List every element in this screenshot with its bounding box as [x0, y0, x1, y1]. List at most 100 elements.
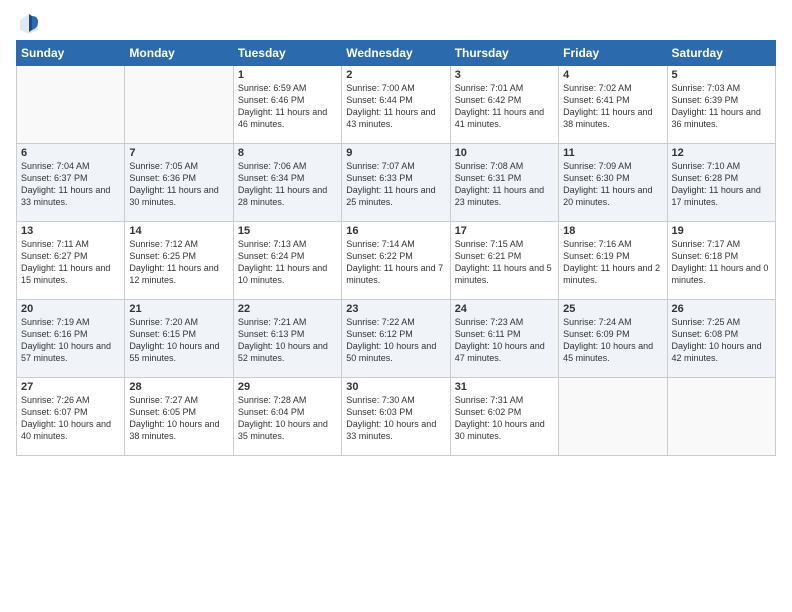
day-number: 15 — [238, 225, 337, 237]
day-number: 28 — [129, 381, 228, 393]
calendar-week-row: 20Sunrise: 7:19 AMSunset: 6:16 PMDayligh… — [17, 300, 776, 378]
day-info: Sunrise: 7:08 AMSunset: 6:31 PMDaylight:… — [455, 160, 554, 209]
day-info: Sunrise: 7:25 AMSunset: 6:08 PMDaylight:… — [672, 316, 771, 365]
day-number: 23 — [346, 303, 445, 315]
calendar-cell: 18Sunrise: 7:16 AMSunset: 6:19 PMDayligh… — [559, 222, 667, 300]
day-number: 16 — [346, 225, 445, 237]
logo-icon — [18, 12, 40, 34]
day-number: 20 — [21, 303, 120, 315]
calendar-cell: 7Sunrise: 7:05 AMSunset: 6:36 PMDaylight… — [125, 144, 233, 222]
calendar-cell: 15Sunrise: 7:13 AMSunset: 6:24 PMDayligh… — [233, 222, 341, 300]
day-number: 10 — [455, 147, 554, 159]
day-info: Sunrise: 7:01 AMSunset: 6:42 PMDaylight:… — [455, 82, 554, 131]
day-number: 27 — [21, 381, 120, 393]
weekday-header: Thursday — [450, 41, 558, 66]
calendar-cell: 5Sunrise: 7:03 AMSunset: 6:39 PMDaylight… — [667, 66, 775, 144]
calendar-cell: 27Sunrise: 7:26 AMSunset: 6:07 PMDayligh… — [17, 378, 125, 456]
calendar-cell: 8Sunrise: 7:06 AMSunset: 6:34 PMDaylight… — [233, 144, 341, 222]
day-info: Sunrise: 7:23 AMSunset: 6:11 PMDaylight:… — [455, 316, 554, 365]
day-number: 9 — [346, 147, 445, 159]
day-info: Sunrise: 7:31 AMSunset: 6:02 PMDaylight:… — [455, 394, 554, 443]
calendar-cell: 25Sunrise: 7:24 AMSunset: 6:09 PMDayligh… — [559, 300, 667, 378]
day-info: Sunrise: 7:22 AMSunset: 6:12 PMDaylight:… — [346, 316, 445, 365]
calendar-cell: 12Sunrise: 7:10 AMSunset: 6:28 PMDayligh… — [667, 144, 775, 222]
calendar-cell — [17, 66, 125, 144]
day-info: Sunrise: 7:04 AMSunset: 6:37 PMDaylight:… — [21, 160, 120, 209]
day-info: Sunrise: 7:07 AMSunset: 6:33 PMDaylight:… — [346, 160, 445, 209]
day-info: Sunrise: 7:30 AMSunset: 6:03 PMDaylight:… — [346, 394, 445, 443]
day-number: 7 — [129, 147, 228, 159]
day-info: Sunrise: 7:21 AMSunset: 6:13 PMDaylight:… — [238, 316, 337, 365]
day-number: 1 — [238, 69, 337, 81]
day-info: Sunrise: 7:16 AMSunset: 6:19 PMDaylight:… — [563, 238, 662, 287]
day-info: Sunrise: 7:24 AMSunset: 6:09 PMDaylight:… — [563, 316, 662, 365]
calendar-cell: 23Sunrise: 7:22 AMSunset: 6:12 PMDayligh… — [342, 300, 450, 378]
calendar-cell: 14Sunrise: 7:12 AMSunset: 6:25 PMDayligh… — [125, 222, 233, 300]
calendar-cell: 30Sunrise: 7:30 AMSunset: 6:03 PMDayligh… — [342, 378, 450, 456]
day-info: Sunrise: 7:17 AMSunset: 6:18 PMDaylight:… — [672, 238, 771, 287]
day-number: 25 — [563, 303, 662, 315]
calendar-cell: 26Sunrise: 7:25 AMSunset: 6:08 PMDayligh… — [667, 300, 775, 378]
day-info: Sunrise: 7:02 AMSunset: 6:41 PMDaylight:… — [563, 82, 662, 131]
day-info: Sunrise: 7:00 AMSunset: 6:44 PMDaylight:… — [346, 82, 445, 131]
day-info: Sunrise: 7:28 AMSunset: 6:04 PMDaylight:… — [238, 394, 337, 443]
calendar-cell — [559, 378, 667, 456]
day-info: Sunrise: 7:13 AMSunset: 6:24 PMDaylight:… — [238, 238, 337, 287]
calendar-cell: 21Sunrise: 7:20 AMSunset: 6:15 PMDayligh… — [125, 300, 233, 378]
day-number: 5 — [672, 69, 771, 81]
day-number: 2 — [346, 69, 445, 81]
day-number: 14 — [129, 225, 228, 237]
calendar-cell: 11Sunrise: 7:09 AMSunset: 6:30 PMDayligh… — [559, 144, 667, 222]
day-info: Sunrise: 6:59 AMSunset: 6:46 PMDaylight:… — [238, 82, 337, 131]
calendar-cell — [125, 66, 233, 144]
day-number: 6 — [21, 147, 120, 159]
day-info: Sunrise: 7:10 AMSunset: 6:28 PMDaylight:… — [672, 160, 771, 209]
day-info: Sunrise: 7:27 AMSunset: 6:05 PMDaylight:… — [129, 394, 228, 443]
calendar-page: SundayMondayTuesdayWednesdayThursdayFrid… — [0, 0, 792, 466]
day-info: Sunrise: 7:12 AMSunset: 6:25 PMDaylight:… — [129, 238, 228, 287]
calendar-cell: 3Sunrise: 7:01 AMSunset: 6:42 PMDaylight… — [450, 66, 558, 144]
header — [16, 12, 776, 34]
calendar-cell: 6Sunrise: 7:04 AMSunset: 6:37 PMDaylight… — [17, 144, 125, 222]
calendar-cell: 16Sunrise: 7:14 AMSunset: 6:22 PMDayligh… — [342, 222, 450, 300]
weekday-header: Monday — [125, 41, 233, 66]
calendar-week-row: 6Sunrise: 7:04 AMSunset: 6:37 PMDaylight… — [17, 144, 776, 222]
calendar-header-row: SundayMondayTuesdayWednesdayThursdayFrid… — [17, 41, 776, 66]
day-number: 30 — [346, 381, 445, 393]
weekday-header: Wednesday — [342, 41, 450, 66]
calendar-cell: 9Sunrise: 7:07 AMSunset: 6:33 PMDaylight… — [342, 144, 450, 222]
calendar-cell: 31Sunrise: 7:31 AMSunset: 6:02 PMDayligh… — [450, 378, 558, 456]
calendar-cell: 24Sunrise: 7:23 AMSunset: 6:11 PMDayligh… — [450, 300, 558, 378]
day-info: Sunrise: 7:09 AMSunset: 6:30 PMDaylight:… — [563, 160, 662, 209]
logo — [16, 12, 40, 34]
calendar-cell: 2Sunrise: 7:00 AMSunset: 6:44 PMDaylight… — [342, 66, 450, 144]
day-info: Sunrise: 7:05 AMSunset: 6:36 PMDaylight:… — [129, 160, 228, 209]
weekday-header: Tuesday — [233, 41, 341, 66]
day-number: 26 — [672, 303, 771, 315]
calendar-cell: 19Sunrise: 7:17 AMSunset: 6:18 PMDayligh… — [667, 222, 775, 300]
day-number: 24 — [455, 303, 554, 315]
day-info: Sunrise: 7:03 AMSunset: 6:39 PMDaylight:… — [672, 82, 771, 131]
day-number: 17 — [455, 225, 554, 237]
day-number: 12 — [672, 147, 771, 159]
weekday-header: Saturday — [667, 41, 775, 66]
calendar-cell: 20Sunrise: 7:19 AMSunset: 6:16 PMDayligh… — [17, 300, 125, 378]
day-info: Sunrise: 7:26 AMSunset: 6:07 PMDaylight:… — [21, 394, 120, 443]
calendar-week-row: 13Sunrise: 7:11 AMSunset: 6:27 PMDayligh… — [17, 222, 776, 300]
calendar-cell: 4Sunrise: 7:02 AMSunset: 6:41 PMDaylight… — [559, 66, 667, 144]
day-info: Sunrise: 7:11 AMSunset: 6:27 PMDaylight:… — [21, 238, 120, 287]
calendar-cell: 29Sunrise: 7:28 AMSunset: 6:04 PMDayligh… — [233, 378, 341, 456]
day-number: 18 — [563, 225, 662, 237]
calendar-week-row: 1Sunrise: 6:59 AMSunset: 6:46 PMDaylight… — [17, 66, 776, 144]
calendar-cell: 1Sunrise: 6:59 AMSunset: 6:46 PMDaylight… — [233, 66, 341, 144]
day-number: 13 — [21, 225, 120, 237]
day-info: Sunrise: 7:20 AMSunset: 6:15 PMDaylight:… — [129, 316, 228, 365]
day-number: 3 — [455, 69, 554, 81]
calendar-table: SundayMondayTuesdayWednesdayThursdayFrid… — [16, 40, 776, 456]
weekday-header: Friday — [559, 41, 667, 66]
day-number: 21 — [129, 303, 228, 315]
calendar-cell: 13Sunrise: 7:11 AMSunset: 6:27 PMDayligh… — [17, 222, 125, 300]
day-number: 8 — [238, 147, 337, 159]
day-number: 22 — [238, 303, 337, 315]
calendar-cell: 17Sunrise: 7:15 AMSunset: 6:21 PMDayligh… — [450, 222, 558, 300]
